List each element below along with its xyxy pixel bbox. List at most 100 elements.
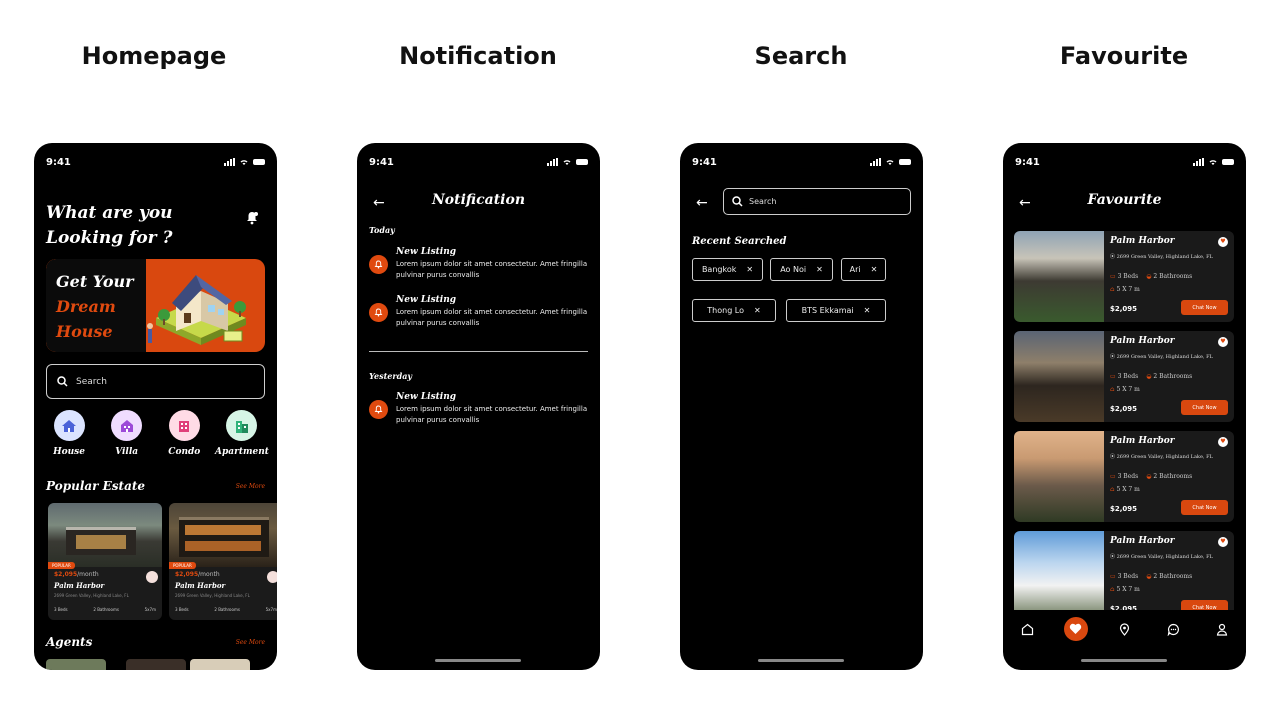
heart-icon[interactable]: ♥ (1218, 537, 1228, 547)
profile-icon[interactable] (1210, 617, 1234, 641)
estate-card[interactable]: POPULAR $2,095/month Palm Harbor 2699 Gr… (169, 503, 277, 620)
close-icon[interactable]: ✕ (871, 265, 878, 274)
property-size: ⌂ 5 X 7 m (1110, 586, 1140, 593)
battery-icon (576, 159, 588, 165)
recent-chip[interactable]: Ao Noi ✕ (770, 258, 833, 281)
favourite-card[interactable]: Palm Harbor ♥ ⦿ 2699 Green Valley, Highlan… (1014, 231, 1234, 322)
heart-icon[interactable]: ♥ (1218, 237, 1228, 247)
property-baths: ◒ 2 Bathrooms (1146, 473, 1192, 480)
banner-line-1: Get Your (56, 272, 134, 291)
property-address: ⦿ 2699 Green Valley, Highland Lake, FL (1110, 553, 1226, 561)
category-apartment[interactable]: Apartment (215, 410, 269, 457)
agent-avatar[interactable] (46, 659, 106, 670)
home-icon[interactable] (1015, 617, 1039, 641)
location-pin-icon: ⦿ (1110, 554, 1117, 560)
estate-size: 5x7m (144, 607, 156, 612)
recent-chip[interactable]: Ari ✕ (841, 258, 886, 281)
chat-icon[interactable] (1161, 617, 1185, 641)
property-image (1014, 331, 1104, 422)
property-price: $2,095 (1110, 505, 1138, 513)
estate-baths: 2 Bathrooms (93, 607, 119, 612)
status-icons (547, 158, 588, 166)
heart-icon[interactable] (1063, 617, 1088, 641)
agent-avatar[interactable] (126, 659, 186, 670)
category-label: House (53, 447, 85, 457)
property-address-text: 2699 Green Valley, Highland Lake, FL (1116, 354, 1213, 360)
chat-now-button[interactable]: Chat Now (1181, 300, 1228, 315)
signal-icon (547, 158, 558, 166)
favourite-heart-icon[interactable] (267, 571, 277, 583)
close-icon[interactable]: ✕ (754, 306, 761, 315)
property-beds-text: 3 Beds (1117, 373, 1139, 380)
battery-icon (899, 159, 911, 165)
close-icon[interactable]: ✕ (816, 265, 823, 274)
location-icon[interactable] (1112, 617, 1136, 641)
notification-bell-icon[interactable] (245, 211, 259, 225)
recent-chip[interactable]: Bangkok ✕ (692, 258, 763, 281)
popular-see-more-link[interactable]: See More (236, 483, 265, 490)
favourite-heart-icon[interactable] (146, 571, 158, 583)
category-house[interactable]: House (46, 410, 92, 457)
back-arrow-icon[interactable]: ← (696, 195, 708, 211)
property-size: ⌂ 5 X 7 m (1110, 386, 1140, 393)
estate-card[interactable]: POPULAR $2,095/month Palm Harbor 2699 Gr… (48, 503, 162, 620)
favourite-card[interactable]: Palm Harbor ♥ ⦿ 2699 Green Valley, Highlan… (1014, 431, 1234, 522)
agent-avatar[interactable] (190, 659, 250, 670)
property-image (1014, 531, 1104, 622)
close-icon[interactable]: ✕ (746, 265, 753, 274)
recent-chip[interactable]: BTS Ekkamai ✕ (786, 299, 886, 322)
estate-meta: 3 Beds 2 Bathrooms 5x7m (175, 607, 277, 612)
heading-line-1: What are you (46, 203, 173, 223)
estate-image: POPULAR (169, 503, 277, 569)
chip-label: BTS Ekkamai (801, 306, 854, 315)
house-illustration-icon (147, 275, 246, 345)
notification-item[interactable]: New Listing Lorem ipsum dolor sit amet c… (369, 295, 588, 329)
property-beds: ▭ 3 Beds (1110, 273, 1138, 280)
property-baths: ◒ 2 Bathrooms (1146, 273, 1192, 280)
property-meta: ▭ 3 Beds ◒ 2 Bathrooms (1110, 473, 1192, 480)
notification-item[interactable]: New Listing Lorem ipsum dolor sit amet c… (369, 247, 588, 281)
bottom-tab-bar (1003, 610, 1246, 648)
chat-now-button[interactable]: Chat Now (1181, 400, 1228, 415)
favourite-card[interactable]: Palm Harbor ♥ ⦿ 2699 Green Valley, Highlan… (1014, 531, 1234, 622)
home-search-input[interactable]: Search (46, 364, 265, 399)
close-icon[interactable]: ✕ (864, 306, 871, 315)
property-beds: ▭ 3 Beds (1110, 373, 1138, 380)
wifi-icon (886, 160, 894, 165)
property-meta: ▭ 3 Beds ◒ 2 Bathrooms (1110, 573, 1192, 580)
promo-banner[interactable]: Get Your Dream House (46, 259, 265, 352)
estate-beds: 3 Beds (54, 607, 68, 612)
favourite-card[interactable]: Palm Harbor ♥ ⦿ 2699 Green Valley, Highlan… (1014, 331, 1234, 422)
notification-item[interactable]: New Listing Lorem ipsum dolor sit amet c… (369, 392, 588, 426)
agents-see-more-link[interactable]: See More (236, 639, 265, 646)
bell-icon (369, 255, 388, 274)
property-baths: ◒ 2 Bathrooms (1146, 373, 1192, 380)
chip-label: Thong Lo (707, 306, 745, 315)
heart-icon[interactable]: ♥ (1218, 337, 1228, 347)
chat-now-button[interactable]: Chat Now (1181, 500, 1228, 515)
popular-title: Popular Estate (46, 479, 146, 493)
property-beds-text: 3 Beds (1117, 473, 1139, 480)
property-beds: ▭ 3 Beds (1110, 473, 1138, 480)
estate-address: 2699 Green Valley, Highland Lake, FL (54, 593, 129, 598)
heart-icon[interactable]: ♥ (1218, 437, 1228, 447)
property-price: $2,095 (1110, 305, 1138, 313)
home-indicator (1081, 659, 1167, 662)
category-villa[interactable]: Villa (104, 410, 150, 457)
page-title: Favourite (1087, 192, 1162, 208)
chip-label: Ao Noi (780, 265, 807, 274)
signal-icon (224, 158, 235, 166)
search-input[interactable]: Search (723, 188, 911, 215)
apartment-icon (226, 410, 258, 441)
condo-icon (168, 410, 200, 441)
category-condo[interactable]: Condo (161, 410, 207, 457)
recent-chip[interactable]: Thong Lo ✕ (692, 299, 776, 322)
recent-searched-title: Recent Searched (692, 236, 787, 247)
property-beds: ▭ 3 Beds (1110, 573, 1138, 580)
property-beds-text: 3 Beds (1117, 273, 1139, 280)
property-size-text: 5 X 7 m (1116, 586, 1140, 593)
notification-body: Lorem ipsum dolor sit amet consectetur. … (396, 308, 588, 327)
wifi-icon (240, 160, 248, 165)
category-label: Apartment (214, 447, 269, 457)
property-address: ⦿ 2699 Green Valley, Highland Lake, FL (1110, 453, 1226, 461)
